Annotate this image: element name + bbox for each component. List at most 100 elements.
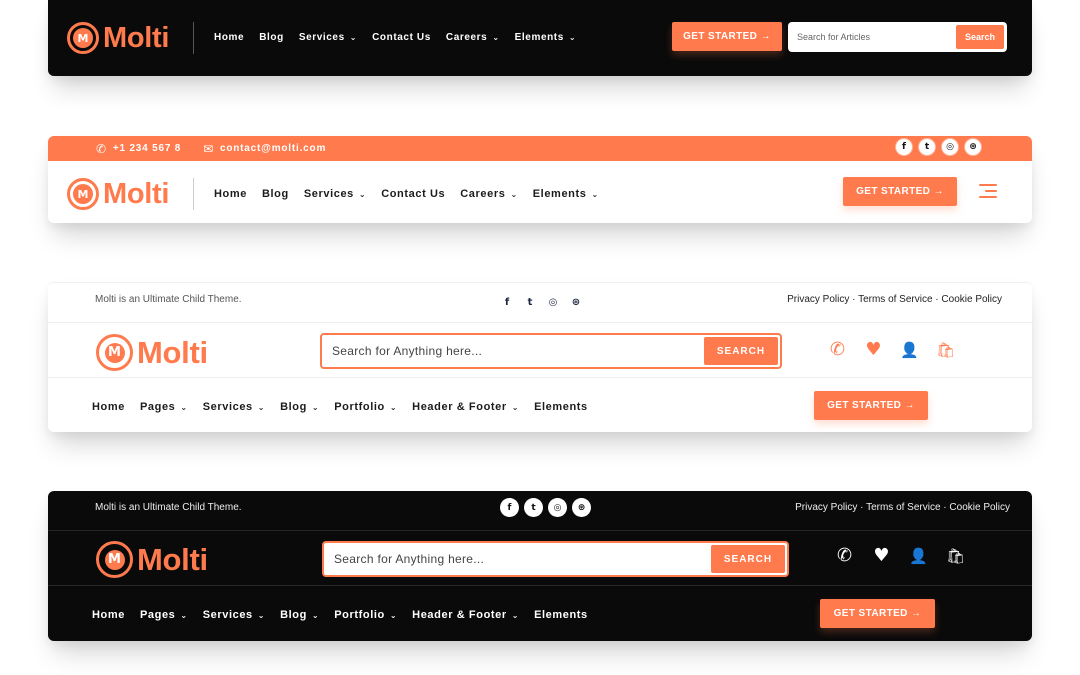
instagram-icon[interactable]: ◎ xyxy=(544,293,562,311)
dribbble-icon[interactable]: ⊛ xyxy=(567,293,585,311)
nav-item[interactable]: Home xyxy=(92,401,125,413)
nav-item-label: Services xyxy=(202,609,253,621)
user-icon[interactable]: 👤 xyxy=(909,548,928,564)
logo-mark-icon: M xyxy=(67,22,99,54)
get-started-button[interactable]: GET STARTED → xyxy=(672,22,782,51)
dribbble-icon[interactable]: ⊛ xyxy=(572,498,591,517)
tagline: Molti is an Ultimate Child Theme. xyxy=(95,294,242,305)
nav-item[interactable]: Elements ⌄ xyxy=(515,32,577,43)
nav-item[interactable]: Home xyxy=(214,32,244,43)
brand-logo[interactable]: M Molti xyxy=(67,22,169,54)
nav-item-label: Services xyxy=(303,188,354,200)
chevron-down-icon: ⌄ xyxy=(389,402,398,412)
nav-item[interactable]: Services ⌄ xyxy=(304,188,366,200)
shopping-bag-icon[interactable]: 🛍 xyxy=(946,548,965,564)
instagram-icon[interactable]: ◎ xyxy=(941,138,959,156)
get-started-button[interactable]: GET STARTED → xyxy=(843,177,957,206)
nav-item[interactable]: Portfolio ⌄ xyxy=(334,609,397,621)
instagram-icon[interactable]: ◎ xyxy=(548,498,567,517)
nav-item-label: Elements xyxy=(514,32,564,43)
chevron-down-icon: ⌄ xyxy=(568,33,577,42)
chevron-down-icon: ⌄ xyxy=(180,402,188,412)
nav-item-label: Header & Footer xyxy=(412,401,507,413)
nav-item-label: Blog xyxy=(259,32,284,43)
facebook-icon[interactable]: f xyxy=(500,498,519,517)
nav-item[interactable]: Blog ⌄ xyxy=(280,401,319,413)
brand-name: Molti xyxy=(137,335,208,370)
nav-item-label: Home xyxy=(92,401,125,413)
chevron-down-icon: ⌄ xyxy=(358,189,367,199)
logo-mark-icon: M xyxy=(96,541,133,578)
nav-item[interactable]: Portfolio ⌄ xyxy=(334,401,397,413)
nav-item[interactable]: Pages ⌄ xyxy=(140,401,188,413)
divider xyxy=(193,178,194,210)
facebook-icon[interactable]: f xyxy=(498,293,516,311)
brand-logo[interactable]: M Molti xyxy=(67,178,169,210)
phone-icon[interactable]: ✆ xyxy=(828,341,847,359)
nav-item[interactable]: Blog xyxy=(262,188,289,200)
phone-number[interactable]: +1 234 567 8 xyxy=(113,143,181,154)
main-nav: Home Blog Services ⌄ Contact Us Careers ⌄ Eleme… xyxy=(214,188,614,200)
header-variant-1: M Molti Home Blog Services ⌄ Contact Us Caree… xyxy=(48,0,1032,76)
nav-item[interactable]: Elements xyxy=(534,401,588,413)
user-icon[interactable]: 👤 xyxy=(900,342,919,358)
nav-item[interactable]: Careers ⌄ xyxy=(446,32,500,43)
nav-item-label: Blog xyxy=(280,401,307,413)
get-started-button[interactable]: GET STARTED → xyxy=(814,391,928,420)
brand-name: Molti xyxy=(103,21,170,54)
facebook-icon[interactable]: f xyxy=(895,138,913,156)
nav-item[interactable]: Header & Footer ⌄ xyxy=(412,401,519,413)
policy-links[interactable]: Privacy Policy · Terms of Service · Cook… xyxy=(787,294,1002,305)
nav-item[interactable]: Elements ⌄ xyxy=(533,188,599,200)
phone-icon[interactable]: ✆ xyxy=(835,547,854,565)
nav-item[interactable]: Home xyxy=(214,188,247,200)
nav-item-label: Contact Us xyxy=(372,32,431,43)
nav-item-label: Careers xyxy=(445,32,488,43)
policy-links[interactable]: Privacy Policy · Terms of Service · Cook… xyxy=(795,502,1010,513)
nav-item[interactable]: Contact Us xyxy=(372,32,431,43)
chevron-down-icon: ⌄ xyxy=(511,610,520,620)
nav-item[interactable]: Services ⌄ xyxy=(203,401,265,413)
nav-item[interactable]: Contact Us xyxy=(381,188,445,200)
search-button[interactable]: Search xyxy=(955,25,1004,49)
search-bar: Search for Anything here... SEARCH xyxy=(322,541,789,577)
twitter-icon[interactable]: t xyxy=(521,293,539,311)
nav-item[interactable]: Services ⌄ xyxy=(203,609,265,621)
twitter-icon[interactable]: t xyxy=(918,138,936,156)
top-bar: ✆ +1 234 567 8 ✉ contact@molti.com xyxy=(48,136,1032,161)
chevron-down-icon: ⌄ xyxy=(180,610,188,620)
heart-icon[interactable]: ♥ xyxy=(872,547,891,565)
search-bar: Search for Anything here... SEARCH xyxy=(320,333,782,369)
nav-item[interactable]: Home xyxy=(92,609,125,621)
get-started-button[interactable]: GET STARTED → xyxy=(820,599,935,628)
brand-name: Molti xyxy=(137,542,208,577)
nav-item[interactable]: Blog ⌄ xyxy=(280,609,319,621)
header-icons: ✆ ♥ 👤 🛍 xyxy=(828,341,955,359)
dribbble-icon[interactable]: ⊛ xyxy=(964,138,982,156)
header-icons: ✆ ♥ 👤 🛍 xyxy=(835,547,965,565)
shopping-bag-icon[interactable]: 🛍 xyxy=(936,342,955,358)
search-input[interactable]: Search for Articles xyxy=(791,32,956,42)
nav-item[interactable]: Careers ⌄ xyxy=(460,188,518,200)
search-button[interactable]: SEARCH xyxy=(704,337,778,365)
nav-item[interactable]: Header & Footer ⌄ xyxy=(412,609,519,621)
heart-icon[interactable]: ♥ xyxy=(864,341,883,359)
search-button[interactable]: SEARCH xyxy=(711,545,785,573)
nav-item-label: Elements xyxy=(534,401,588,413)
nav-item[interactable]: Blog xyxy=(259,32,284,43)
brand-logo[interactable]: M Molti xyxy=(96,334,208,371)
nav-item-label: Home xyxy=(214,188,247,200)
search-input[interactable]: Search for Anything here... xyxy=(326,552,711,566)
hamburger-menu-icon[interactable] xyxy=(979,184,997,198)
twitter-icon[interactable]: t xyxy=(524,498,543,517)
nav-item[interactable]: Elements xyxy=(534,609,588,621)
brand-logo[interactable]: M Molti xyxy=(96,541,208,578)
main-nav: Home Blog Services ⌄ Contact Us Careers ⌄ Eleme… xyxy=(214,32,591,43)
search-input[interactable]: Search for Anything here... xyxy=(324,344,704,358)
nav-item-label: Header & Footer xyxy=(412,609,507,621)
nav-item-label: Portfolio xyxy=(334,401,385,413)
nav-item[interactable]: Services ⌄ xyxy=(299,32,357,43)
email-address[interactable]: contact@molti.com xyxy=(220,143,326,154)
nav-item-label: Elements xyxy=(532,188,587,200)
nav-item[interactable]: Pages ⌄ xyxy=(140,609,188,621)
